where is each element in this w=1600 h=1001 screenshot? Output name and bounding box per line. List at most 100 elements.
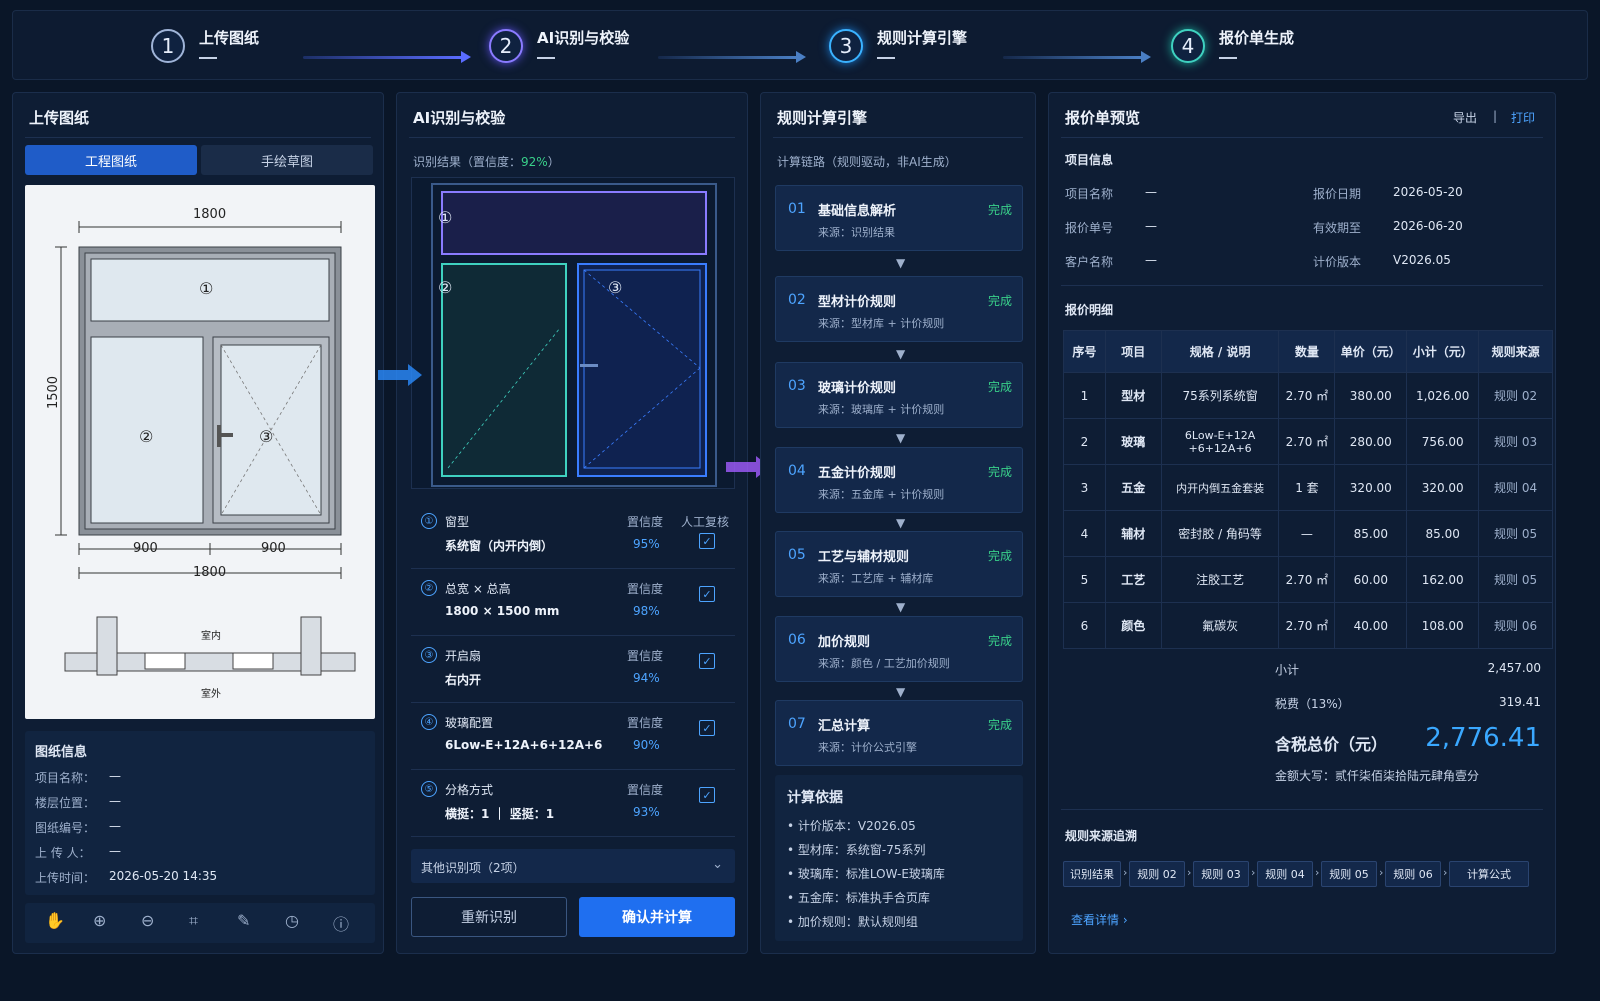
step-label: AI识别与校验 xyxy=(537,29,630,47)
table-row[interactable]: 4 辅材 密封胶 / 角码等 —85.00 85.00 规则 05 xyxy=(1063,510,1553,557)
table-row[interactable]: 2 玻璃 6Low-E+12A +6+12A+6 2.70 ㎡ 280.00 756.00… xyxy=(1063,418,1553,465)
cell: 1 xyxy=(1063,372,1106,419)
hand-icon[interactable]: ✋ xyxy=(45,911,65,930)
rule-name: 汇总计算 xyxy=(818,719,871,734)
cell: 工艺 xyxy=(1104,556,1162,603)
cell: 3 xyxy=(1063,464,1106,511)
rule-number: 04 xyxy=(788,463,806,479)
confidence-value: 90% xyxy=(633,738,660,752)
item-name: 总宽 × 总高 xyxy=(445,582,511,596)
rule-card[interactable]: 02 型材计价规则 完成 来源：型材库 + 计价规则 xyxy=(775,276,1023,342)
zoom-in-icon[interactable]: ⊕ xyxy=(93,911,106,930)
drawing-canvas[interactable]: 1800 1500 900 900 1800 ① ② ③ 室内 室外 xyxy=(25,185,375,719)
rules-panel: 规则计算引擎 计算链路（规则驱动，非AI生成） 01 基础信息解析 完成 来源：识别结… xyxy=(760,92,1036,954)
rule-source: 来源：颜色 / 工艺加价规则 xyxy=(818,657,950,670)
table-row[interactable]: 3 五金 内开内倒五金套装 1 套 320.00 320.00 规则 04 xyxy=(1063,464,1553,511)
review-checkbox[interactable]: ✓ xyxy=(699,653,715,669)
arrow-right-icon: › xyxy=(1251,866,1256,879)
recognition-item: ② 总宽 × 总高 1800 × 1500 mm 置信度 98% ✓ xyxy=(411,572,735,636)
cell: 玻璃 xyxy=(1104,418,1162,465)
rule-card[interactable]: 06 加价规则 完成 来源：颜色 / 工艺加价规则 xyxy=(775,616,1023,682)
rule-card[interactable]: 01 基础信息解析 完成 来源：识别结果 xyxy=(775,185,1023,251)
rule-card[interactable]: 05 工艺与辅材规则 完成 来源：工艺库 + 辅材库 xyxy=(775,531,1023,597)
item-value: 6Low-E+12A+6+12A+6 xyxy=(445,738,603,752)
col-header: 单价（元） xyxy=(1334,330,1408,373)
dim-height: 1500 xyxy=(46,375,62,410)
cell: 2 xyxy=(1063,418,1106,465)
info-value: — xyxy=(109,794,121,808)
confirm-calculate-button[interactable]: 确认并计算 xyxy=(579,897,735,937)
rule-source: 来源：计价公式引擎 xyxy=(818,741,917,754)
rotate-icon[interactable]: ◷ xyxy=(285,911,299,930)
rule-card[interactable]: 07 汇总计算 完成 来源：计价公式引擎 xyxy=(775,700,1023,766)
quote-panel: 报价单预览 导出 | 打印 项目信息 项目名称 — 报价日期 2026-05-20 … xyxy=(1048,92,1556,954)
trace-chip[interactable]: 计算公式 xyxy=(1449,861,1529,887)
print-link[interactable]: 打印 xyxy=(1511,109,1535,126)
confidence-value: 93% xyxy=(633,805,660,819)
cell: 756.00 xyxy=(1406,418,1480,465)
pen-icon[interactable]: ✎ xyxy=(237,911,250,930)
export-link[interactable]: 导出 xyxy=(1453,109,1477,126)
review-checkbox[interactable]: ✓ xyxy=(699,586,715,602)
recognition-overlay xyxy=(431,183,717,487)
drawing-info: 图纸信息 项目名称： — 楼层位置： — 图纸编号： — 上 传 人： — 上传时间： 2… xyxy=(25,731,375,895)
proj-value: — xyxy=(1145,219,1157,233)
confidence-value: 98% xyxy=(633,604,660,618)
info-icon[interactable]: ⓘ xyxy=(333,911,349,935)
trace-chip[interactable]: 规则 03 xyxy=(1193,861,1249,887)
item-value: 系统窗（内开内倒） xyxy=(445,539,554,553)
pane-label: ③ xyxy=(608,278,623,297)
review-checkbox[interactable]: ✓ xyxy=(699,533,715,549)
table-row[interactable]: 1 型材 75系列系统窗 2.70 ㎡ 380.00 1,026.00 规则 02 xyxy=(1063,372,1553,419)
subtotal-label: 小计 xyxy=(1275,663,1300,677)
recognition-item: ⑤ 分格方式 横挺：1 ｜ 竖挺：1 置信度 93% ✓ xyxy=(411,773,735,837)
recognition-item: ③ 开启扇 右内开 置信度 94% ✓ xyxy=(411,639,735,703)
basis-item: • 型材库：系统窗-75系列 xyxy=(787,843,926,857)
item-index: ① xyxy=(421,513,437,529)
info-value: — xyxy=(109,769,121,783)
review-checkbox[interactable]: ✓ xyxy=(699,787,715,803)
chevron-down-icon: ⌄ xyxy=(712,857,723,872)
recognition-canvas[interactable]: ① ② ③ xyxy=(411,177,735,489)
crop-icon[interactable]: ⌗ xyxy=(189,911,198,931)
divider xyxy=(25,137,371,138)
trace-chip[interactable]: 规则 02 xyxy=(1129,861,1185,887)
rule-card[interactable]: 03 玻璃计价规则 完成 来源：玻璃库 + 计价规则 xyxy=(775,362,1023,428)
proj-label: 项目名称 xyxy=(1065,187,1114,201)
proj-value: — xyxy=(1145,253,1157,267)
retry-button[interactable]: 重新识别 xyxy=(411,897,567,937)
trace-chip[interactable]: 规则 06 xyxy=(1385,861,1441,887)
cell: 辅材 xyxy=(1104,510,1162,557)
rule-card[interactable]: 04 五金计价规则 完成 来源：五金库 + 计价规则 xyxy=(775,447,1023,513)
basis-title: 计算依据 xyxy=(787,790,843,806)
rule-number: 07 xyxy=(788,716,806,732)
trace-chip[interactable]: 规则 04 xyxy=(1257,861,1313,887)
step-underline xyxy=(877,57,895,59)
table-row[interactable]: 6 颜色 氟碳灰 2.70 ㎡ 40.00 108.00 规则 06 xyxy=(1063,602,1553,649)
review-checkbox[interactable]: ✓ xyxy=(699,720,715,736)
cell: 320.00 xyxy=(1406,464,1480,511)
pane-label: ③ xyxy=(259,427,274,446)
cell: 5 xyxy=(1063,556,1106,603)
arrow-right-icon: › xyxy=(1315,866,1320,879)
trace-chip[interactable]: 规则 05 xyxy=(1321,861,1377,887)
item-index: ③ xyxy=(421,647,437,663)
other-items-toggle[interactable]: 其他识别项（2项） ⌄ xyxy=(411,849,735,883)
cell: 4 xyxy=(1063,510,1106,557)
step-arrow xyxy=(1003,51,1151,63)
zoom-out-icon[interactable]: ⊖ xyxy=(141,911,154,930)
col-header: 数量 xyxy=(1278,330,1336,373)
subtotal-value: 2,457.00 xyxy=(1487,661,1541,675)
cell: 75系列系统窗 xyxy=(1160,372,1280,419)
item-index: ④ xyxy=(421,714,437,730)
cell: 2.70 ㎡ xyxy=(1278,602,1336,649)
tab-engineering-drawing[interactable]: 工程图纸 xyxy=(25,145,197,175)
view-details-link[interactable]: 查看详情 › xyxy=(1071,911,1128,928)
table-row[interactable]: 5 工艺 注胶工艺 2.70 ㎡ 60.00 162.00 规则 05 xyxy=(1063,556,1553,603)
toolbar xyxy=(25,903,375,943)
tab-hand-sketch[interactable]: 手绘草图 xyxy=(201,145,373,175)
proj-value: V2026.05 xyxy=(1393,253,1451,267)
trace-chip[interactable]: 识别结果 xyxy=(1063,861,1121,887)
rule-number: 03 xyxy=(788,378,806,394)
outdoor-label: 室外 xyxy=(201,689,221,700)
